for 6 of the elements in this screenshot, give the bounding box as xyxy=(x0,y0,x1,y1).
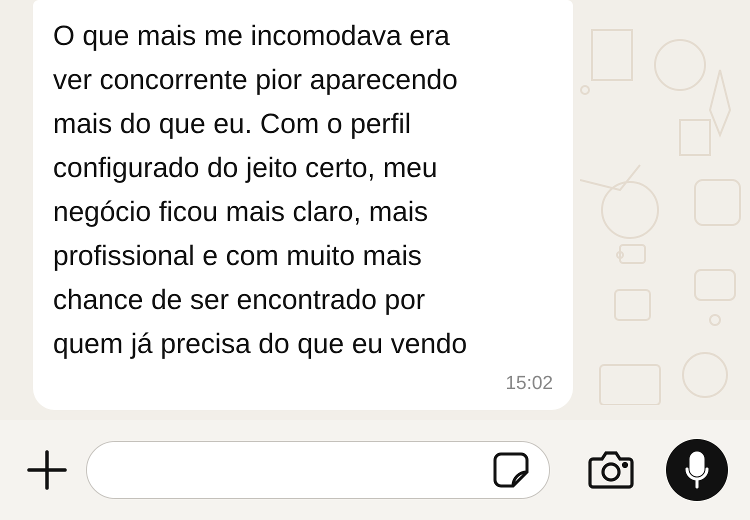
message-time: 15:02 xyxy=(505,372,553,396)
microphone-icon xyxy=(684,451,710,489)
camera-icon[interactable] xyxy=(588,451,634,489)
plus-icon[interactable] xyxy=(26,449,68,491)
sticker-icon[interactable] xyxy=(493,452,529,488)
message-text: O que mais me incomodava era ver concorrente pior aparecendo mais do que eu. Com o perfil configurado do jeito certo, meu negócio ficou mais claro, mais profissional e com muito mais chance de ser encontrado por quem já precisa do que eu vendo xyxy=(53,19,468,361)
